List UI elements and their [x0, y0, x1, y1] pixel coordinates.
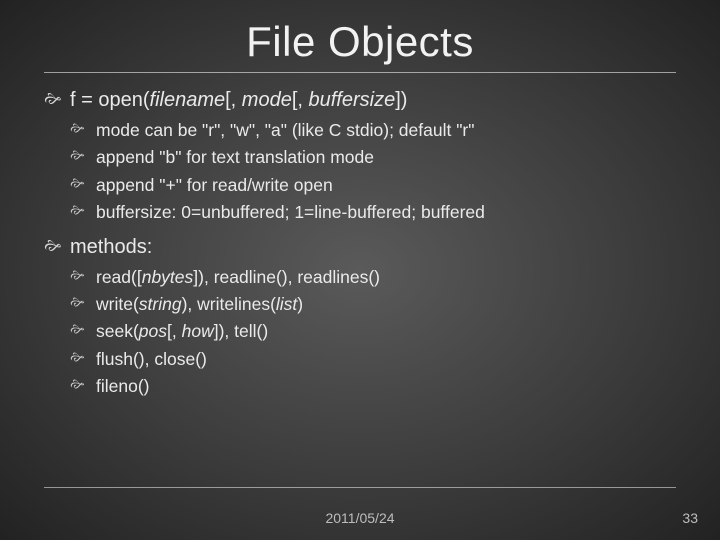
t: ), writelines(	[182, 294, 276, 314]
item-open: f = open(filename[, mode[, buffersize]) …	[44, 87, 676, 226]
arg-buffersize: buffersize	[309, 89, 396, 111]
item-methods: methods: read([nbytes]), readline(), rea…	[44, 234, 676, 400]
arg-string: string	[139, 294, 182, 314]
open-sublist: mode can be "r", "w", "a" (like C stdio)…	[70, 118, 676, 226]
arg-how: how	[182, 321, 214, 341]
t: ])	[395, 89, 407, 111]
title-rule	[44, 72, 676, 73]
m-read: read([nbytes]), readline(), readlines()	[70, 265, 676, 290]
t: write(	[96, 294, 139, 314]
methods-sublist: read([nbytes]), readline(), readlines() …	[70, 265, 676, 400]
footer-rule	[44, 487, 676, 488]
sub-b: append "b" for text translation mode	[70, 145, 676, 170]
arg-nbytes: nbytes	[142, 267, 194, 287]
t: [,	[292, 89, 309, 111]
arg-mode: mode	[242, 89, 292, 111]
arg-pos: pos	[139, 321, 167, 341]
m-fileno: fileno()	[70, 374, 676, 399]
m-flush: flush(), close()	[70, 347, 676, 372]
sub-plus: append "+" for read/write open	[70, 173, 676, 198]
sub-buffersize: buffersize: 0=unbuffered; 1=line-buffere…	[70, 200, 676, 225]
content-list: f = open(filename[, mode[, buffersize]) …	[44, 87, 676, 399]
t: ]), tell()	[214, 321, 268, 341]
t: f = open(	[70, 89, 150, 111]
page-title: File Objects	[44, 18, 676, 66]
arg-list: list	[276, 294, 297, 314]
arg-filename: filename	[150, 89, 226, 111]
t: [,	[225, 89, 242, 111]
m-write: write(string), writelines(list)	[70, 292, 676, 317]
t: )	[297, 294, 303, 314]
footer-page-number: 33	[682, 510, 698, 526]
m-seek: seek(pos[, how]), tell()	[70, 319, 676, 344]
t: seek(	[96, 321, 139, 341]
t: [,	[167, 321, 182, 341]
footer-date: 2011/05/24	[0, 510, 720, 526]
t: read([	[96, 267, 142, 287]
methods-label: methods:	[70, 236, 152, 258]
sub-mode: mode can be "r", "w", "a" (like C stdio)…	[70, 118, 676, 143]
slide: File Objects f = open(filename[, mode[, …	[0, 0, 720, 540]
t: ]), readline(), readlines()	[193, 267, 380, 287]
